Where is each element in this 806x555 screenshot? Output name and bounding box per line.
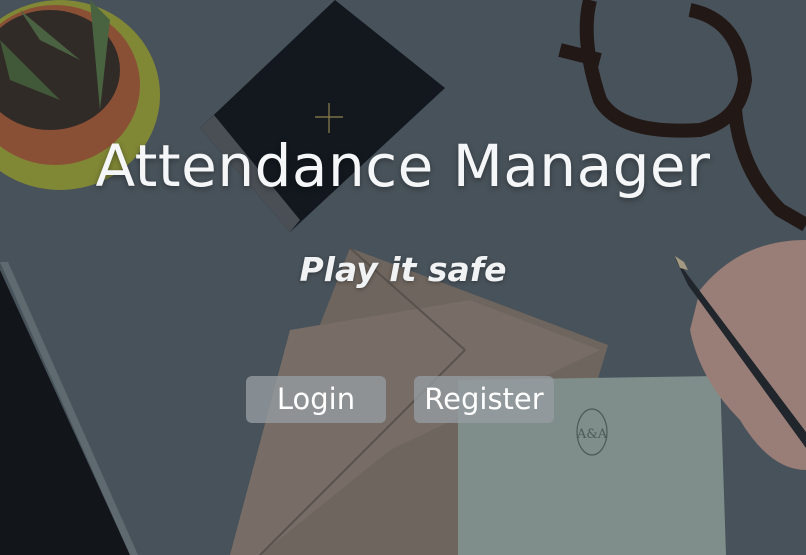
tagline: Play it safe (299, 250, 507, 289)
register-button[interactable]: Register (414, 376, 554, 423)
login-button[interactable]: Login (246, 376, 386, 423)
app-title: Attendance Manager (95, 132, 711, 200)
